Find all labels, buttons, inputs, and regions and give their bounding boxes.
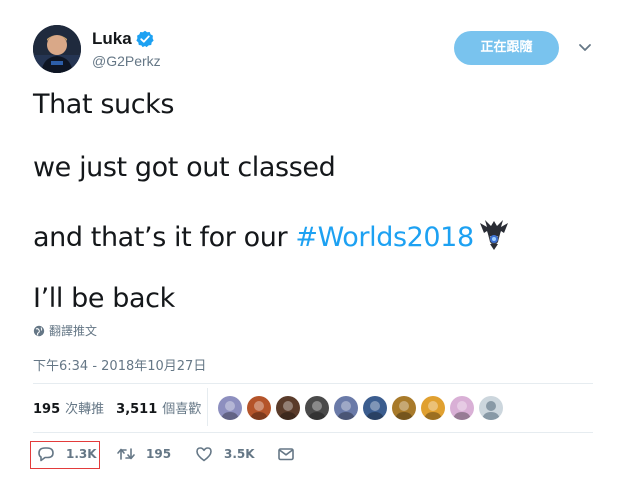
liker-avatar[interactable] (247, 396, 271, 420)
reply-highlight-box (30, 441, 100, 469)
following-button[interactable]: 正在跟隨 (454, 31, 559, 65)
liker-avatar[interactable] (305, 396, 329, 420)
heart-icon (196, 447, 212, 462)
avatar[interactable] (33, 25, 81, 73)
liker-avatar[interactable] (334, 396, 358, 420)
liker-avatar[interactable] (421, 396, 445, 420)
liker-avatar[interactable] (479, 396, 503, 420)
liker-avatar[interactable] (363, 396, 387, 420)
globe-icon (33, 325, 45, 337)
like-button[interactable]: 3.5K (194, 444, 255, 464)
tweet-text-line-1: That sucks (33, 89, 175, 120)
tweet-timestamp[interactable]: 下午6:34 - 2018年10月27日 (33, 355, 206, 374)
tweet-text-line-2: we just got out classed (33, 152, 336, 183)
retweets-stat[interactable]: 195 次轉推 (33, 398, 104, 417)
user-handle[interactable]: @G2Perkz (92, 52, 161, 70)
tweet-card: Luka @G2Perkz 正在跟隨 That sucks we just go… (0, 0, 624, 483)
retweets-label: 次轉推 (65, 402, 105, 417)
tweet-text-line-3: and that’s it for our #Worlds2018 (33, 218, 511, 254)
likes-stat[interactable]: 3,511 個喜歡 (116, 398, 201, 417)
liker-avatars (218, 396, 508, 420)
tweet-text-line-4: I’ll be back (33, 283, 175, 314)
likes-count: 3,511 (116, 402, 158, 417)
stats-separator (207, 388, 208, 426)
tweet-stats: 195 次轉推 3,511 個喜歡 (33, 398, 201, 417)
retweet-count: 195 (146, 447, 172, 461)
chevron-down-icon[interactable] (576, 38, 594, 56)
verified-badge-icon (136, 30, 154, 48)
direct-message-button[interactable] (276, 444, 296, 464)
retweet-button[interactable]: 195 (116, 444, 171, 464)
divider-bottom (33, 432, 593, 433)
liker-avatar[interactable] (218, 396, 242, 420)
likes-label: 個喜歡 (162, 402, 202, 417)
retweets-count: 195 (33, 402, 61, 417)
translate-tweet-link[interactable]: 翻譯推文 (33, 322, 97, 339)
translate-label: 翻譯推文 (49, 324, 98, 338)
retweet-icon (117, 448, 135, 460)
liker-avatar[interactable] (450, 396, 474, 420)
hashtag-link[interactable]: #Worlds2018 (295, 222, 474, 253)
like-count: 3.5K (224, 447, 255, 461)
tweet-text-line-3-prefix: and that’s it for our (33, 222, 296, 253)
liker-avatar[interactable] (276, 396, 300, 420)
display-name[interactable]: Luka (92, 29, 132, 49)
divider-top (33, 383, 593, 384)
envelope-icon (278, 448, 294, 461)
liker-avatar[interactable] (392, 396, 416, 420)
worlds-trophy-icon (477, 218, 511, 252)
